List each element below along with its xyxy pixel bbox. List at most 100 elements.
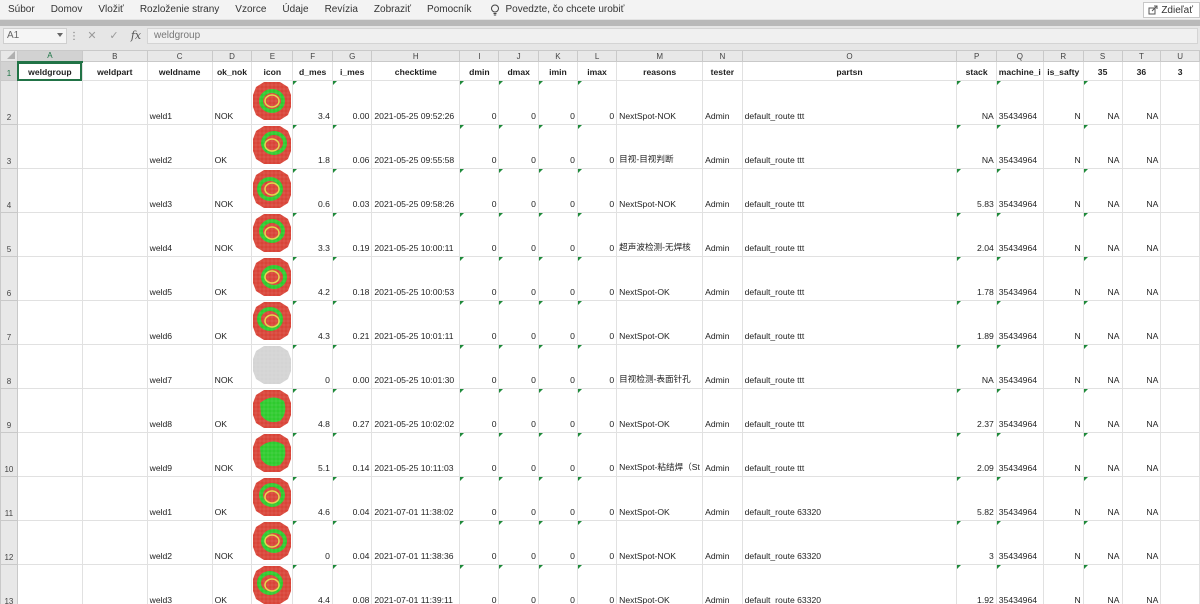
header-cell[interactable]: imax: [576, 61, 618, 81]
cell-checktime[interactable]: 2021-07-01 11:38:02: [371, 476, 461, 521]
cell-imin[interactable]: 0: [537, 388, 578, 433]
cell-c37[interactable]: [1160, 80, 1200, 125]
header-cell[interactable]: weldpart: [81, 61, 148, 81]
column-header-H[interactable]: H: [371, 50, 461, 62]
cell-i-mes[interactable]: 0.06: [331, 124, 373, 169]
menu-view[interactable]: Zobraziť: [366, 0, 419, 20]
column-header-R[interactable]: R: [1042, 50, 1084, 62]
cell-imax[interactable]: 0: [576, 168, 618, 213]
cell-weldgroup[interactable]: [16, 476, 83, 521]
cell-reasons[interactable]: NextSpot-OK: [616, 256, 704, 301]
cell-c36[interactable]: NA: [1121, 256, 1162, 301]
cell-icon[interactable]: [251, 256, 294, 301]
select-all-corner[interactable]: [0, 50, 18, 62]
cell-c37[interactable]: [1160, 124, 1200, 169]
row-header[interactable]: 8: [0, 344, 18, 389]
row-header[interactable]: 6: [0, 256, 18, 301]
cell-weldpart[interactable]: [81, 300, 148, 345]
cell-tester[interactable]: Admin: [702, 256, 743, 301]
column-header-C[interactable]: C: [146, 50, 213, 62]
row-header[interactable]: 4: [0, 168, 18, 213]
column-header-F[interactable]: F: [292, 50, 333, 62]
cell-weldname[interactable]: weld9: [146, 432, 213, 477]
cell-dmin[interactable]: 0: [459, 124, 500, 169]
cell-c36[interactable]: NA: [1121, 300, 1162, 345]
row-header[interactable]: 7: [0, 300, 18, 345]
cell-icon[interactable]: [251, 388, 294, 433]
cell-icon[interactable]: [251, 564, 294, 604]
column-header-E[interactable]: E: [251, 50, 294, 62]
cell-c35[interactable]: NA: [1082, 80, 1123, 125]
cell-c36[interactable]: NA: [1121, 432, 1162, 477]
cell-ok-nok[interactable]: NOK: [211, 344, 253, 389]
cell-tester[interactable]: Admin: [702, 212, 743, 257]
cell-imax[interactable]: 0: [576, 212, 618, 257]
cell-machine-i[interactable]: 35434964: [995, 344, 1044, 389]
cell-imax[interactable]: 0: [576, 256, 618, 301]
cell-weldpart[interactable]: [81, 476, 148, 521]
cell-ok-nok[interactable]: NOK: [211, 212, 253, 257]
cell-weldgroup[interactable]: [16, 388, 83, 433]
cell-ok-nok[interactable]: NOK: [211, 168, 253, 213]
header-cell[interactable]: ok_nok: [211, 61, 253, 81]
cell-checktime[interactable]: 2021-05-25 10:00:11: [371, 212, 461, 257]
header-cell[interactable]: machine_i: [995, 61, 1044, 81]
menu-help[interactable]: Pomocník: [419, 0, 479, 20]
cell-i-mes[interactable]: 0.04: [331, 476, 373, 521]
cell-machine-i[interactable]: 35434964: [995, 520, 1044, 565]
header-cell[interactable]: dmax: [498, 61, 539, 81]
cell-imin[interactable]: 0: [537, 168, 578, 213]
header-cell[interactable]: weldgroup: [16, 61, 83, 81]
cell-partsn[interactable]: default_route ttt: [741, 256, 958, 301]
cell-c35[interactable]: NA: [1082, 476, 1123, 521]
cell-imax[interactable]: 0: [576, 124, 618, 169]
cell-weldpart[interactable]: [81, 344, 148, 389]
cell-c36[interactable]: NA: [1121, 388, 1162, 433]
cell-c37[interactable]: [1160, 168, 1200, 213]
cell-imax[interactable]: 0: [576, 388, 618, 433]
menu-formulas[interactable]: Vzorce: [227, 0, 274, 20]
cell-reasons[interactable]: 超声波检测-无焊核: [616, 212, 704, 257]
cell-stack[interactable]: 2.09: [956, 432, 997, 477]
cell-imax[interactable]: 0: [576, 80, 618, 125]
cell-c36[interactable]: NA: [1121, 80, 1162, 125]
cell-weldgroup[interactable]: [16, 256, 83, 301]
cell-c36[interactable]: NA: [1121, 344, 1162, 389]
cell-reasons[interactable]: 目视检测-表面针孔: [616, 344, 704, 389]
cell-icon[interactable]: [251, 168, 294, 213]
column-header-P[interactable]: P: [956, 50, 997, 62]
cell-checktime[interactable]: 2021-05-25 09:55:58: [371, 124, 461, 169]
cell-icon[interactable]: [251, 520, 294, 565]
cell-weldname[interactable]: weld1: [146, 476, 213, 521]
cell-dmin[interactable]: 0: [459, 212, 500, 257]
header-cell[interactable]: checktime: [371, 61, 461, 81]
cell-stack[interactable]: NA: [956, 80, 997, 125]
cell-weldpart[interactable]: [81, 520, 148, 565]
cell-is-safty[interactable]: N: [1042, 564, 1084, 604]
cell-i-mes[interactable]: 0.21: [331, 300, 373, 345]
cell-weldgroup[interactable]: [16, 564, 83, 604]
menu-file[interactable]: Súbor: [0, 0, 43, 20]
cell-i-mes[interactable]: 0.00: [331, 80, 373, 125]
cell-d-mes[interactable]: 4.8: [292, 388, 333, 433]
menu-insert[interactable]: Vložiť: [90, 0, 131, 20]
cell-checktime[interactable]: 2021-05-25 10:11:03: [371, 432, 461, 477]
header-cell[interactable]: partsn: [741, 61, 958, 81]
cell-weldpart[interactable]: [81, 256, 148, 301]
cell-dmax[interactable]: 0: [498, 168, 539, 213]
cell-tester[interactable]: Admin: [702, 168, 743, 213]
cell-dmin[interactable]: 0: [459, 300, 500, 345]
cell-d-mes[interactable]: 0: [292, 520, 333, 565]
cell-ok-nok[interactable]: NOK: [211, 432, 253, 477]
cell-weldpart[interactable]: [81, 168, 148, 213]
cell-imin[interactable]: 0: [537, 432, 578, 477]
cell-dmax[interactable]: 0: [498, 520, 539, 565]
cell-dmin[interactable]: 0: [459, 432, 500, 477]
cell-imin[interactable]: 0: [537, 80, 578, 125]
cell-is-safty[interactable]: N: [1042, 432, 1084, 477]
cell-stack[interactable]: 3: [956, 520, 997, 565]
cell-d-mes[interactable]: 4.4: [292, 564, 333, 604]
cell-c35[interactable]: NA: [1082, 300, 1123, 345]
header-cell[interactable]: reasons: [616, 61, 704, 81]
column-header-J[interactable]: J: [498, 50, 539, 62]
